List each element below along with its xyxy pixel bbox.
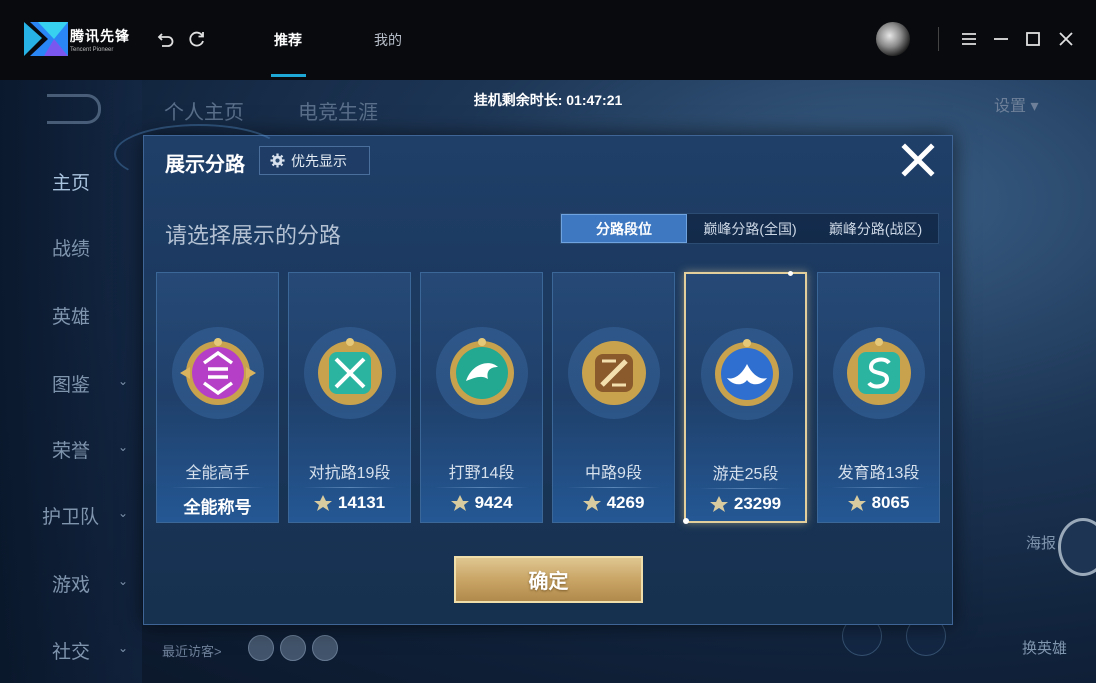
lane-value-text: 4269 <box>606 493 645 512</box>
lane-value-text: 9424 <box>474 493 513 512</box>
game-nav-honor[interactable]: 荣誉 <box>52 436 90 463</box>
segment-peak-region[interactable]: 巅峰分路(战区) <box>813 214 938 243</box>
selection-corner-dot <box>788 271 793 276</box>
lane-value: 8065 <box>818 493 939 513</box>
lane-card-mid[interactable]: 中路9段 4269 <box>552 272 675 523</box>
peak-points-icon <box>450 495 469 511</box>
chevron-down-icon: ⌄ <box>118 374 129 388</box>
close-window-icon[interactable] <box>1057 30 1075 48</box>
lane-name: 中路9段 <box>585 465 642 482</box>
card-divider <box>303 487 396 488</box>
app-name-cn: 腾讯先锋 <box>70 28 130 44</box>
lane-value: 9424 <box>421 493 542 513</box>
recent-visitors[interactable]: 最近访客> <box>162 641 222 660</box>
tencent-pioneer-logo <box>24 22 68 56</box>
roam-emblem-icon <box>701 328 793 420</box>
lane-card-clash[interactable]: 对抗路19段 14131 <box>288 272 411 523</box>
user-avatar[interactable] <box>876 22 910 56</box>
card-divider <box>435 487 528 488</box>
priority-display-button[interactable]: 优先显示 <box>259 146 370 175</box>
active-tab-indicator <box>271 74 306 77</box>
mid-emblem-icon <box>568 327 660 419</box>
jungle-emblem-icon <box>436 327 528 419</box>
lane-card-farm[interactable]: 发育路13段 8065 <box>817 272 940 523</box>
title-bar: 腾讯先锋 Tencent Pioneer 推荐 我的 <box>0 0 1096 80</box>
game-nav-hero[interactable]: 英雄 <box>52 302 90 329</box>
visitor-avatar[interactable] <box>248 635 274 661</box>
lane-name: 对抗路19段 <box>308 465 391 482</box>
card-divider <box>700 488 791 489</box>
dialog-subtitle: 请选择展示的分路 <box>165 223 342 248</box>
card-divider <box>171 487 264 488</box>
game-nav-guard[interactable]: 护卫队 <box>42 502 99 529</box>
tab-mine[interactable]: 我的 <box>374 30 402 50</box>
clash-emblem-icon <box>304 327 396 419</box>
chevron-down-icon: ⌄ <box>118 440 129 454</box>
lane-card-jungle[interactable]: 打野14段 9424 <box>420 272 543 523</box>
back-icon[interactable] <box>157 30 175 48</box>
selection-corner-dot <box>683 518 689 524</box>
side-float-button[interactable] <box>1058 518 1096 576</box>
lane-name: 全能高手 <box>185 465 250 482</box>
peak-points-icon <box>847 495 866 511</box>
visitor-avatar[interactable] <box>280 635 306 661</box>
game-nav-gallery[interactable]: 图鉴 <box>52 370 90 397</box>
game-nav-social[interactable]: 社交 <box>52 637 90 664</box>
dialog-title: 展示分路 <box>165 154 245 176</box>
lane-value: 4269 <box>553 493 674 513</box>
afk-timer: 挂机剩余时长: 01:47:21 <box>473 92 623 108</box>
maximize-icon[interactable] <box>1024 30 1042 48</box>
chevron-down-icon: ⌄ <box>118 574 129 588</box>
refresh-icon[interactable] <box>188 30 206 48</box>
lane-name: 发育路13段 <box>837 465 920 482</box>
peak-points-icon <box>313 495 332 511</box>
lane-value-text: 23299 <box>733 494 782 513</box>
game-sidebar: 主页 战绩 英雄 图鉴 ⌄ 荣誉 ⌄ 护卫队 ⌄ 游戏 ⌄ 社交 ⌄ <box>0 80 142 683</box>
close-icon[interactable] <box>900 142 936 178</box>
menu-icon[interactable] <box>960 30 978 48</box>
lane-value-text: 14131 <box>337 493 386 512</box>
app-name-en: Tencent Pioneer <box>70 47 114 53</box>
change-hero-button[interactable]: 换英雄 <box>1022 637 1067 658</box>
farm-emblem-icon <box>833 327 925 419</box>
lane-name: 打野14段 <box>448 465 515 482</box>
chevron-down-icon: ⌄ <box>118 641 129 655</box>
poster-button[interactable]: 海报 <box>1026 532 1056 553</box>
lane-name: 游走25段 <box>712 466 779 483</box>
titlebar-divider <box>938 27 939 51</box>
priority-display-label: 优先显示 <box>291 152 347 169</box>
lane-value: 23299 <box>686 494 805 514</box>
minimize-icon[interactable] <box>992 30 1010 48</box>
game-nav-record[interactable]: 战绩 <box>52 234 90 261</box>
card-divider <box>567 487 660 488</box>
card-divider <box>832 487 925 488</box>
lane-filter-segments: 分路段位 巅峰分路(全国) 巅峰分路(战区) <box>560 213 939 244</box>
tab-recommend[interactable]: 推荐 <box>274 30 302 50</box>
game-nav-home[interactable]: 主页 <box>52 168 90 195</box>
segment-peak-national[interactable]: 巅峰分路(全国) <box>687 214 813 243</box>
chevron-down-icon: ⌄ <box>118 506 129 520</box>
peak-points-icon <box>709 496 728 512</box>
lane-value: 全能称号 <box>157 493 278 518</box>
visitor-avatar[interactable] <box>312 635 338 661</box>
confirm-button[interactable]: 确定 <box>454 556 643 603</box>
lane-value-text: 8065 <box>871 493 910 512</box>
lane-card-roam[interactable]: 游走25段 23299 <box>683 271 807 524</box>
gear-icon <box>270 153 285 168</box>
peak-points-icon <box>582 495 601 511</box>
segment-lane-rank[interactable]: 分路段位 <box>561 214 687 243</box>
lane-card-allround[interactable]: 全能高手 全能称号 <box>156 272 279 523</box>
lane-value: 14131 <box>289 493 410 513</box>
lane-value-text: 全能称号 <box>183 498 252 517</box>
game-nav-games[interactable]: 游戏 <box>52 570 90 597</box>
lane-display-dialog: 展示分路 优先显示 请选择展示的分路 分路段位 巅峰分路(全国) 巅峰分路(战区… <box>114 124 953 625</box>
app-name: 腾讯先锋 Tencent Pioneer <box>70 26 130 53</box>
purple-emblem-icon <box>172 327 264 419</box>
